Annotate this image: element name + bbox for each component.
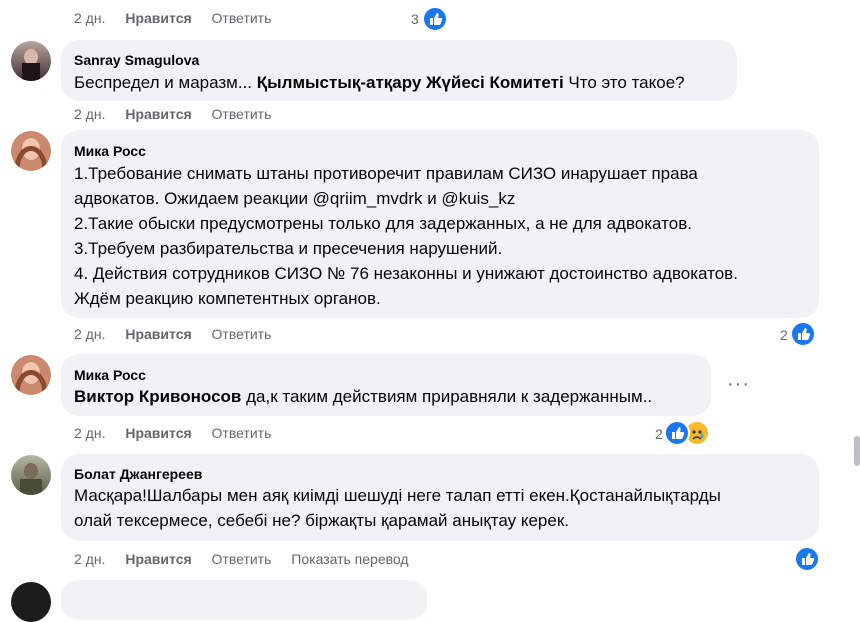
comment-actions: 2 дн. Нравится Ответить xyxy=(74,326,287,342)
page-mention[interactable]: Қылмыстық-атқару Жүйесі Комитеті xyxy=(257,73,564,92)
comment-author[interactable]: Sanray Smagulova xyxy=(74,52,199,68)
scrollbar[interactable] xyxy=(854,436,860,466)
comment-line: Масқара!Шалбары мен аяқ киімді шешуді не… xyxy=(74,486,721,505)
like-reaction-icon[interactable] xyxy=(422,6,448,32)
comment-line: 2.Такие обыски предусмотрены только для … xyxy=(74,214,692,233)
comment-time[interactable]: 2 дн. xyxy=(74,10,105,26)
like-reaction-icon[interactable] xyxy=(664,420,690,446)
comment-line: 4. Действия сотрудников СИЗО № 76 незако… xyxy=(74,264,738,283)
avatar[interactable] xyxy=(11,355,51,395)
reply-button[interactable]: Ответить xyxy=(212,425,272,441)
show-translation-link[interactable]: Показать перевод xyxy=(291,551,408,567)
reply-button[interactable]: Ответить xyxy=(212,10,272,26)
more-options-icon[interactable]: ··· xyxy=(727,373,750,396)
comment-actions: 2 дн. Нравится Ответить xyxy=(74,425,287,441)
comment-author[interactable]: Мика Росс xyxy=(74,367,146,383)
like-button[interactable]: Нравится xyxy=(125,326,191,342)
comment-line: 3.Требуем разбирательства и пресечения н… xyxy=(74,239,503,258)
comment-line: адвокатов. Ожидаем реакции @qriim_mvdrk … xyxy=(74,189,516,208)
comment-actions: 2 дн. Нравится Ответить xyxy=(74,10,287,26)
comment-actions: 2 дн. Нравится Ответить xyxy=(74,106,287,122)
comment-time[interactable]: 2 дн. xyxy=(74,106,105,122)
like-button[interactable]: Нравится xyxy=(125,10,191,26)
like-button[interactable]: Нравится xyxy=(125,551,191,567)
comment-line: 1.Требование снимать штаны противоречит … xyxy=(74,164,698,183)
like-button[interactable]: Нравится xyxy=(125,425,191,441)
avatar[interactable] xyxy=(11,41,51,81)
comment-author[interactable]: Болат Джангереев xyxy=(74,466,202,482)
reaction-count[interactable]: 2 xyxy=(780,327,788,343)
comment-text: Беспредел и маразм... Қылмыстық-атқару Ж… xyxy=(74,73,685,92)
comment-line: олай тексермесе, себебі не? біржақты қар… xyxy=(74,511,569,530)
avatar[interactable] xyxy=(11,131,51,171)
comment-time[interactable]: 2 дн. xyxy=(74,551,105,567)
avatar[interactable] xyxy=(11,582,51,622)
reaction-count[interactable]: 2 xyxy=(655,426,663,442)
comment-line: Ждём реакцию компетентных органов. xyxy=(74,289,381,308)
reply-button[interactable]: Ответить xyxy=(212,106,272,122)
comment-text: Виктор Кривоносов да,к таким действиям п… xyxy=(74,387,653,406)
like-button[interactable]: Нравится xyxy=(125,106,191,122)
like-reaction-icon[interactable] xyxy=(790,321,816,347)
comment-author[interactable]: Мика Росс xyxy=(74,143,146,159)
reply-button[interactable]: Ответить xyxy=(212,551,272,567)
reply-button[interactable]: Ответить xyxy=(212,326,272,342)
comment-bubble xyxy=(61,580,427,620)
like-reaction-icon[interactable] xyxy=(794,546,820,572)
reaction-count[interactable]: 3 xyxy=(411,11,419,27)
comment-time[interactable]: 2 дн. xyxy=(74,326,105,342)
comment-actions: 2 дн. Нравится Ответить Показать перевод xyxy=(74,551,425,567)
comment-time[interactable]: 2 дн. xyxy=(74,425,105,441)
user-mention[interactable]: Виктор Кривоносов xyxy=(74,387,241,406)
avatar[interactable] xyxy=(11,455,51,495)
